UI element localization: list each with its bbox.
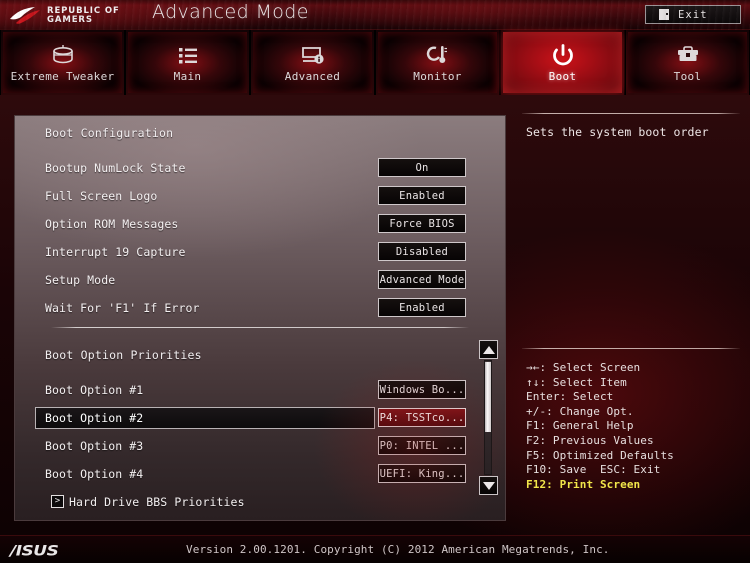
legend-item-print-screen: F12: Print Screen xyxy=(526,477,641,491)
value-boot-option-1[interactable]: Windows Bo... xyxy=(378,380,466,399)
section-title-boot-option-priorities: Boot Option Priorities xyxy=(45,348,202,362)
row-option-rom-messages[interactable]: Option ROM Messages Force BIOS xyxy=(15,214,507,236)
tab-main[interactable]: Main xyxy=(125,30,250,95)
scroll-up-arrow-icon[interactable] xyxy=(479,340,498,359)
triangle-down xyxy=(482,481,495,490)
legend-item: Enter: Select xyxy=(526,390,614,404)
value-setup-mode[interactable]: Advanced Mode xyxy=(378,270,466,289)
row-label: Full Screen Logo xyxy=(45,189,158,203)
page-title: Advanced Mode xyxy=(152,1,309,23)
exit-button-label: Exit xyxy=(678,8,708,21)
row-label: Boot Option #4 xyxy=(45,467,144,481)
row-bootup-numlock-state[interactable]: Bootup NumLock State On xyxy=(15,158,507,180)
scrollbar-thumb[interactable] xyxy=(485,362,491,432)
value-boot-option-2[interactable]: P4: TSSTco... xyxy=(378,408,466,427)
list-icon xyxy=(175,43,201,67)
row-label: Hard Drive BBS Priorities xyxy=(69,495,245,509)
content-scrollbar[interactable] xyxy=(478,340,500,495)
tab-label: Boot xyxy=(548,69,577,83)
row-label: Interrupt 19 Capture xyxy=(45,245,186,259)
legend-item: ↑↓: Select Item xyxy=(526,375,627,389)
tab-monitor[interactable]: Monitor xyxy=(375,30,500,95)
tab-boot[interactable]: Boot xyxy=(500,30,625,95)
exit-door-icon xyxy=(659,9,669,20)
triangle-up xyxy=(482,345,495,354)
value-option-rom-messages[interactable]: Force BIOS xyxy=(378,214,466,233)
tab-label: Tool xyxy=(673,69,702,83)
tab-label: Advanced xyxy=(284,69,341,83)
tab-label: Monitor xyxy=(413,69,462,83)
thermometer-icon xyxy=(425,43,451,67)
chevron-right-icon[interactable]: > xyxy=(51,495,64,508)
section-title-boot-configuration: Boot Configuration xyxy=(45,126,174,140)
tweaker-icon xyxy=(50,43,76,67)
tab-tool[interactable]: Tool xyxy=(625,30,750,95)
settings-panel: Boot Configuration Bootup NumLock State … xyxy=(14,115,506,521)
toolbox-icon xyxy=(675,43,701,67)
section-separator xyxy=(51,327,469,328)
legend-item: F10: Save ESC: Exit xyxy=(526,463,661,477)
tab-extreme-tweaker[interactable]: Extreme Tweaker xyxy=(0,30,125,95)
value-boot-option-4[interactable]: UEFI: King... xyxy=(378,464,466,483)
legend-item: F2: Previous Values xyxy=(526,433,654,447)
row-label: Boot Option #3 xyxy=(45,439,144,453)
body-area: Boot Configuration Bootup NumLock State … xyxy=(0,95,750,535)
value-bootup-numlock-state[interactable]: On xyxy=(378,158,466,177)
row-full-screen-logo[interactable]: Full Screen Logo Enabled xyxy=(15,186,507,208)
row-wait-for-f1-if-error[interactable]: Wait For 'F1' If Error Enabled xyxy=(15,298,507,320)
asus-logo: /ISUS xyxy=(10,542,59,560)
row-interrupt-19-capture[interactable]: Interrupt 19 Capture Disabled xyxy=(15,242,507,264)
row-label: Setup Mode xyxy=(45,273,116,287)
title-bar: REPUBLIC OF GAMERS Advanced Mode Exit xyxy=(0,0,750,30)
row-label: Boot Option #2 xyxy=(45,411,144,425)
row-boot-option-1[interactable]: Boot Option #1 Windows Bo... xyxy=(15,380,507,402)
rog-wordmark: REPUBLIC OF GAMERS xyxy=(47,6,120,25)
value-full-screen-logo[interactable]: Enabled xyxy=(378,186,466,205)
key-legend: →←: Select Screen ↑↓: Select Item Enter:… xyxy=(526,361,674,492)
help-panel: Sets the system boot order →←: Select Sc… xyxy=(512,109,750,521)
help-description: Sets the system boot order xyxy=(526,125,709,139)
row-label: Wait For 'F1' If Error xyxy=(45,301,200,315)
rog-eye-icon xyxy=(10,6,40,24)
legend-item: F1: General Help xyxy=(526,419,634,433)
row-boot-option-3[interactable]: Boot Option #3 P0: INTEL ... xyxy=(15,436,507,458)
footer-bar: /ISUS Version 2.00.1201. Copyright (C) 2… xyxy=(0,535,750,563)
value-interrupt-19-capture[interactable]: Disabled xyxy=(378,242,466,261)
tab-advanced[interactable]: Advanced xyxy=(250,30,375,95)
legend-item: F5: Optimized Defaults xyxy=(526,448,674,462)
bios-screen: REPUBLIC OF GAMERS Advanced Mode Exit Ex… xyxy=(0,0,750,563)
exit-button[interactable]: Exit xyxy=(645,5,741,24)
rog-line-2: GAMERS xyxy=(47,14,93,25)
row-boot-option-4[interactable]: Boot Option #4 UEFI: King... xyxy=(15,464,507,486)
row-boot-option-2[interactable]: Boot Option #2 P4: TSSTco... xyxy=(15,407,507,430)
version-text: Version 2.00.1201. Copyright (C) 2012 Am… xyxy=(186,543,610,556)
legend-item: +/-: Change Opt. xyxy=(526,404,634,418)
row-label: Bootup NumLock State xyxy=(45,161,186,175)
row-setup-mode[interactable]: Setup Mode Advanced Mode xyxy=(15,270,507,292)
monitor-info-icon xyxy=(300,43,326,67)
value-boot-option-3[interactable]: P0: INTEL ... xyxy=(378,436,466,455)
value-wait-for-f1-if-error[interactable]: Enabled xyxy=(378,298,466,317)
row-label: Option ROM Messages xyxy=(45,217,179,231)
tab-label: Extreme Tweaker xyxy=(10,69,115,83)
row-hard-drive-bbs-priorities[interactable]: > Hard Drive BBS Priorities xyxy=(15,492,507,514)
help-bottom-separator xyxy=(522,348,740,349)
help-top-separator xyxy=(522,113,740,114)
row-label: Boot Option #1 xyxy=(45,383,144,397)
scroll-down-arrow-icon[interactable] xyxy=(479,476,498,495)
power-icon xyxy=(550,43,576,67)
rog-logo: REPUBLIC OF GAMERS xyxy=(8,4,130,27)
legend-item: →←: Select Screen xyxy=(526,361,641,374)
main-tab-bar: Extreme Tweaker Main Advanced Monitor Bo… xyxy=(0,30,750,95)
tab-label: Main xyxy=(173,69,202,83)
